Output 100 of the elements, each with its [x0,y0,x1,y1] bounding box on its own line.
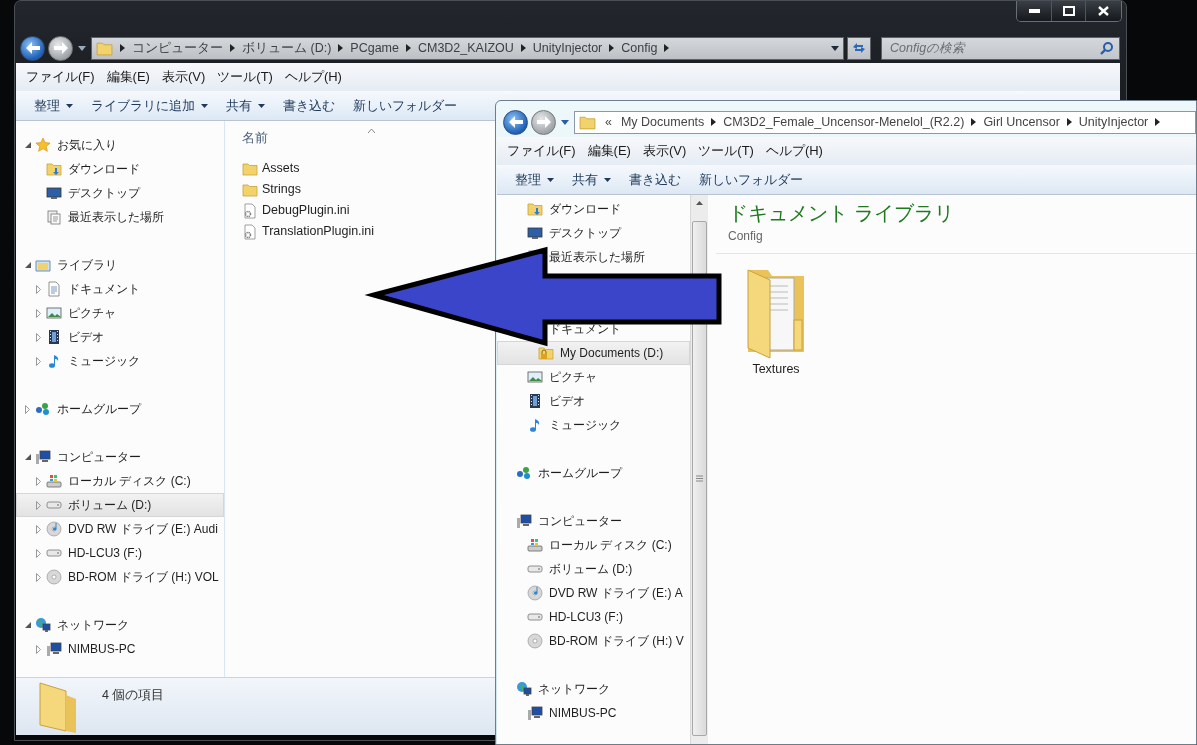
nav-item[interactable]: ライブラリ [16,253,224,277]
nav-item[interactable]: ミュージック [497,413,690,437]
forward-button[interactable] [48,35,73,61]
history-dropdown-button[interactable] [559,119,571,125]
toolbar-button[interactable]: 整理 [507,166,562,193]
file-item[interactable]: TranslationPlugin.ini [242,221,375,242]
breadcrumb-item[interactable]: My Documents [620,112,705,132]
toolbar-button[interactable]: 共有 [218,92,273,119]
history-dropdown-button[interactable] [76,45,88,51]
menu-item[interactable]: 編集(E) [583,139,635,163]
nav-item[interactable]: BD-ROM ドライブ (H:) VOL [16,565,224,589]
nav-item[interactable]: HD-LCU3 (F:) [16,541,224,565]
expanded-arrow-icon[interactable] [25,262,31,268]
nav-item[interactable]: ダウンロード [497,197,690,221]
toolbar-button[interactable]: 書き込む [621,166,689,193]
collapsed-arrow-icon[interactable] [36,524,41,534]
scroll-up-icon[interactable] [696,201,703,205]
breadcrumb-item[interactable]: コンピューター [132,38,223,58]
breadcrumb-item[interactable]: UnityInjector [1078,112,1149,132]
breadcrumb-item[interactable]: PCgame [350,38,399,58]
toolbar-button[interactable]: 書き込む [275,92,343,119]
menu-item[interactable]: ヘルプ(H) [761,139,827,163]
breadcrumb-item[interactable]: CM3D2_Female_Uncensor-Menelol_(R2.2) [723,112,965,132]
file-item[interactable]: Assets [242,158,300,179]
scroll-thumb[interactable] [692,221,707,736]
collapsed-arrow-icon[interactable] [36,476,41,486]
breadcrumb-item[interactable]: ボリューム (D:) [242,38,332,58]
toolbar-button[interactable]: 共有 [564,166,619,193]
collapsed-arrow-icon[interactable] [36,308,41,318]
collapsed-arrow-icon[interactable] [36,548,41,558]
collapsed-arrow-icon[interactable] [36,284,41,294]
nav-item[interactable]: ローカル ディスク (C:) [497,533,690,557]
nav-item[interactable]: ミュージック [16,349,224,373]
nav-item[interactable]: ボリューム (D:) [497,557,690,581]
toolbar-button[interactable]: 新しいフォルダー [691,166,811,193]
nav-item[interactable]: ドキュメント [16,277,224,301]
nav-item[interactable]: DVD RW ドライブ (E:) A [497,581,690,605]
nav-item[interactable]: ホームグループ [497,461,690,485]
nav-item[interactable]: HD-LCU3 (F:) [497,605,690,629]
collapsed-arrow-icon[interactable] [25,404,30,414]
search-icon[interactable] [1100,40,1114,55]
nav-item[interactable]: ボリューム (D:) [16,493,224,517]
nav-item[interactable]: NIMBUS-PC [497,701,690,725]
minimize-button[interactable] [1017,1,1051,21]
nav-item[interactable]: ホームグループ [16,397,224,421]
collapsed-arrow-icon[interactable] [36,332,41,342]
back-button[interactable] [503,109,528,135]
breadcrumb-item[interactable]: UnityInjector [532,38,603,58]
collapsed-arrow-icon[interactable] [36,356,41,366]
folder-tile[interactable]: Textures [726,264,826,379]
toolbar-button[interactable]: 整理 [26,92,81,119]
nav-item[interactable]: 最近表示した場所 [16,205,224,229]
nav-item[interactable]: ビデオ [497,389,690,413]
menu-item[interactable]: ファイル(F) [22,65,99,89]
back-button[interactable] [20,35,45,61]
nav-item[interactable]: ローカル ディスク (C:) [16,469,224,493]
scrollbar[interactable] [690,195,708,744]
menu-item[interactable]: 表示(V) [638,139,691,163]
nav-item[interactable]: ネットワーク [497,677,690,701]
nav-item[interactable]: DVD RW ドライブ (E:) Audi [16,517,224,541]
expanded-arrow-icon[interactable] [25,622,31,628]
menu-item[interactable]: ヘルプ(H) [280,65,346,89]
menu-item[interactable]: 編集(E) [102,65,154,89]
maximize-button[interactable] [1051,1,1085,21]
breadcrumb-item[interactable]: Girl Uncensor [983,112,1060,132]
nav-item[interactable]: ダウンロード [16,157,224,181]
nav-item[interactable]: お気に入り [16,133,224,157]
breadcrumb-item[interactable]: Config [621,38,658,58]
nav-item[interactable]: BD-ROM ドライブ (H:) V [497,629,690,653]
column-header[interactable]: 名前 [242,129,268,148]
menu-item[interactable]: ファイル(F) [503,139,580,163]
nav-item[interactable]: ピクチャ [497,365,690,389]
overflow-chevron[interactable]: « [603,112,614,132]
dropdown-caret-icon[interactable] [831,45,839,51]
nav-item[interactable]: ビデオ [16,325,224,349]
refresh-button[interactable] [847,36,871,60]
close-button[interactable] [1085,1,1121,21]
nav-item[interactable]: ネットワーク [16,613,224,637]
nav-item[interactable]: デスクトップ [16,181,224,205]
address-bar[interactable]: コンピューター ボリューム (D:) PCgame CM3D2_KAIZOU UnityInjector Config [91,36,844,60]
toolbar-button[interactable]: 新しいフォルダー [345,92,465,119]
nav-item[interactable]: コンピューター [497,509,690,533]
file-item[interactable]: DebugPlugin.ini [242,200,350,221]
nav-item[interactable]: NIMBUS-PC [16,637,224,661]
collapsed-arrow-icon[interactable] [36,644,41,654]
collapsed-arrow-icon[interactable] [36,572,41,582]
toolbar-button[interactable]: ライブラリに追加 [83,92,216,119]
expanded-arrow-icon[interactable] [25,142,31,148]
search-field[interactable]: Configの検索 [881,36,1120,60]
expanded-arrow-icon[interactable] [25,454,31,460]
nav-item[interactable]: My Documents (D:) [497,341,690,365]
breadcrumb-item[interactable]: CM3D2_KAIZOU [417,38,514,58]
file-item[interactable]: Strings [242,179,301,200]
nav-item[interactable]: デスクトップ [497,221,690,245]
nav-item[interactable]: コンピューター [16,445,224,469]
menu-item[interactable]: 表示(V) [157,65,210,89]
menu-item[interactable]: ツール(T) [694,139,758,163]
nav-item[interactable]: ピクチャ [16,301,224,325]
menu-item[interactable]: ツール(T) [213,65,277,89]
address-bar[interactable]: « My Documents CM3D2_Female_Uncensor-Menelol_(R2.2) Girl Uncensor UnityInjector [574,110,1196,134]
